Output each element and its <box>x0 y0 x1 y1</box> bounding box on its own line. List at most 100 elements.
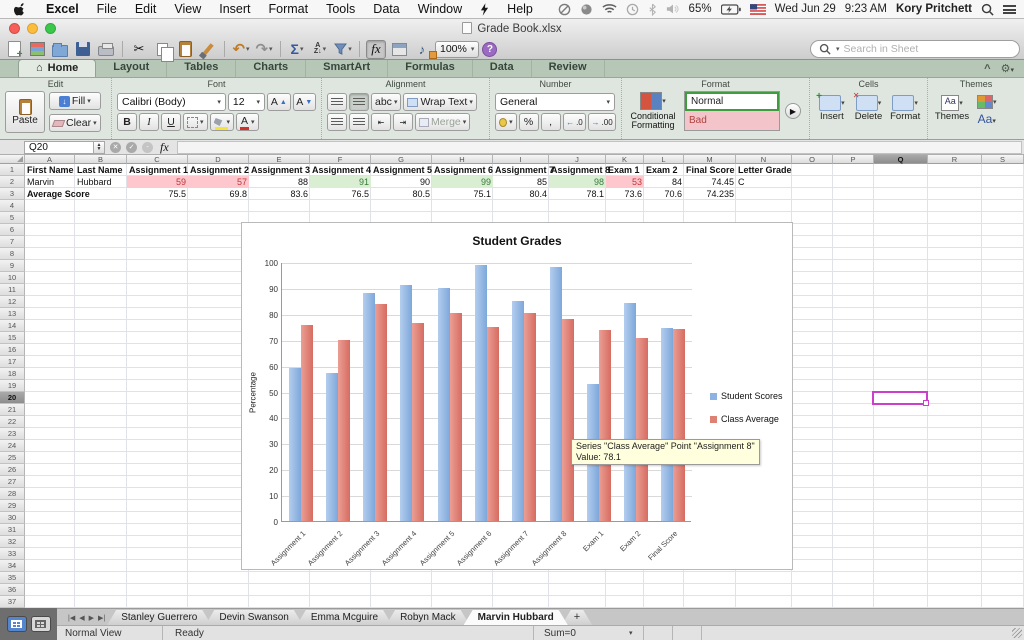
menu-data[interactable]: Data <box>364 0 408 19</box>
style-bad[interactable]: Bad <box>685 111 779 130</box>
sheet-tab-devin-swanson[interactable]: Devin Swanson <box>205 610 302 625</box>
template-gallery-button[interactable] <box>27 40 47 59</box>
search-input[interactable] <box>844 43 994 55</box>
row-header-4[interactable]: 4 <box>0 200 25 212</box>
bar-class-average-assignment-2[interactable] <box>338 340 350 521</box>
cell-F2[interactable]: 91 <box>310 176 371 188</box>
increase-font-button[interactable]: A▲ <box>267 93 290 111</box>
row-header-36[interactable]: 36 <box>0 584 25 596</box>
row-header-14[interactable]: 14 <box>0 320 25 332</box>
format-painter-button[interactable] <box>198 40 218 59</box>
cell-D1[interactable]: Assignment 2 <box>188 164 249 176</box>
sheet-tab-robyn-mack[interactable]: Robyn Mack <box>386 610 470 625</box>
bar-student-scores-assignment-5[interactable] <box>438 288 450 521</box>
row-header-34[interactable]: 34 <box>0 560 25 572</box>
font-name-combo[interactable]: Calibri (Body)▾ <box>117 93 226 111</box>
cell-C2[interactable]: 59 <box>127 176 188 188</box>
redo-button[interactable]: ↷▾ <box>254 40 274 59</box>
row-header-3[interactable]: 3 <box>0 188 25 200</box>
bar-class-average-assignment-8[interactable] <box>562 319 574 521</box>
row-header-2[interactable]: 2 <box>0 176 25 188</box>
first-sheet-button[interactable]: |◀ <box>68 614 75 622</box>
row-header-24[interactable]: 24 <box>0 440 25 452</box>
row-header-32[interactable]: 32 <box>0 536 25 548</box>
cell-I2[interactable]: 85 <box>493 176 549 188</box>
column-header-S[interactable]: S <box>982 155 1024 164</box>
menu-format[interactable]: Format <box>260 0 318 19</box>
user-menu[interactable]: Kory Pritchett <box>896 3 972 15</box>
legend-item[interactable]: Student Scores <box>710 391 783 401</box>
ribbon-tab-charts[interactable]: Charts <box>236 59 306 77</box>
bar-class-average-exam-2[interactable] <box>636 338 648 521</box>
entry-option-button[interactable]: ‑ <box>142 142 153 153</box>
zoom-control[interactable]: 100%▾ <box>435 41 479 58</box>
ribbon-tab-data[interactable]: Data <box>473 59 532 77</box>
bar-class-average-assignment-5[interactable] <box>450 313 462 521</box>
normal-view-button[interactable] <box>7 616 27 632</box>
style-normal[interactable]: Normal <box>685 92 779 111</box>
selected-cell-outline[interactable] <box>872 391 928 405</box>
row-header-35[interactable]: 35 <box>0 572 25 584</box>
bold-button[interactable]: B <box>117 113 137 131</box>
cell-K1[interactable]: Exam 1 <box>606 164 644 176</box>
cell-L3[interactable]: 70.6 <box>644 188 684 200</box>
cell-D3[interactable]: 69.8 <box>188 188 249 200</box>
filter-button[interactable]: ▾ <box>333 40 353 59</box>
bar-student-scores-assignment-8[interactable] <box>550 267 562 521</box>
cell-C3[interactable]: 75.5 <box>127 188 188 200</box>
cell-H3[interactable]: 75.1 <box>432 188 493 200</box>
cell-H2[interactable]: 99 <box>432 176 493 188</box>
column-header-Q[interactable]: Q <box>874 155 928 164</box>
cell-A3[interactable]: Average Score <box>25 188 127 200</box>
wrap-text-button[interactable]: Wrap Text▾ <box>403 93 476 111</box>
row-header-30[interactable]: 30 <box>0 512 25 524</box>
cell-C1[interactable]: Assignment 1 <box>127 164 188 176</box>
undo-button[interactable]: ↶▾ <box>231 40 251 59</box>
print-button[interactable] <box>96 40 116 59</box>
menu-help[interactable]: Help <box>498 0 542 19</box>
row-header-33[interactable]: 33 <box>0 548 25 560</box>
cell-M2[interactable]: 74.45 <box>684 176 736 188</box>
record-status-icon[interactable] <box>580 3 593 16</box>
row-header-18[interactable]: 18 <box>0 368 25 380</box>
bar-student-scores-assignment-4[interactable] <box>400 285 412 521</box>
cut-button[interactable]: ✂ <box>129 40 149 59</box>
row-header-17[interactable]: 17 <box>0 356 25 368</box>
column-header-F[interactable]: F <box>310 155 371 164</box>
decrease-font-button[interactable]: A▼ <box>293 93 316 111</box>
menu-insert[interactable]: Insert <box>210 0 259 19</box>
column-header-C[interactable]: C <box>127 155 188 164</box>
page-layout-view-button[interactable] <box>31 616 51 632</box>
conditional-formatting-button[interactable]: ▾ ConditionalFormatting <box>627 92 679 130</box>
toolbox-button[interactable] <box>389 40 409 59</box>
row-header-13[interactable]: 13 <box>0 308 25 320</box>
time-machine-icon[interactable] <box>626 3 639 16</box>
bar-class-average-assignment-3[interactable] <box>375 304 387 521</box>
menu-edit[interactable]: Edit <box>126 0 166 19</box>
row-header-6[interactable]: 6 <box>0 224 25 236</box>
column-header-N[interactable]: N <box>736 155 792 164</box>
cell-J2[interactable]: 98 <box>549 176 606 188</box>
chart[interactable]: Student Grades Percentage 01020304050607… <box>241 222 793 570</box>
autosum-button[interactable]: Σ▾ <box>287 40 307 59</box>
bluetooth-icon[interactable] <box>648 3 657 16</box>
menu-file[interactable]: File <box>88 0 126 19</box>
sheet-tab-stanley-guerrero[interactable]: Stanley Guerrero <box>107 610 211 625</box>
row-header-9[interactable]: 9 <box>0 260 25 272</box>
bar-student-scores-exam-2[interactable] <box>624 303 636 521</box>
save-button[interactable] <box>73 40 93 59</box>
cell-M3[interactable]: 74.235 <box>684 188 736 200</box>
cell-styles-gallery[interactable]: Normal Bad <box>684 91 780 131</box>
menu-view[interactable]: View <box>165 0 210 19</box>
borders-button[interactable]: ▾ <box>183 113 208 131</box>
text-orientation-button[interactable]: abc▾ <box>371 93 401 111</box>
ribbon-settings-gear-icon[interactable]: ⚙▾ <box>1001 62 1014 75</box>
clear-button[interactable]: Clear▾ <box>49 114 101 132</box>
cell-A2[interactable]: Marvin <box>25 176 75 188</box>
bar-student-scores-assignment-2[interactable] <box>326 373 338 521</box>
notification-center-icon[interactable] <box>1003 5 1016 14</box>
window-resize-grip[interactable] <box>1012 628 1022 638</box>
sheet-search-box[interactable]: ▾ <box>810 40 1020 58</box>
input-language-flag-icon[interactable] <box>750 4 766 15</box>
cell-N2[interactable]: C <box>736 176 792 188</box>
